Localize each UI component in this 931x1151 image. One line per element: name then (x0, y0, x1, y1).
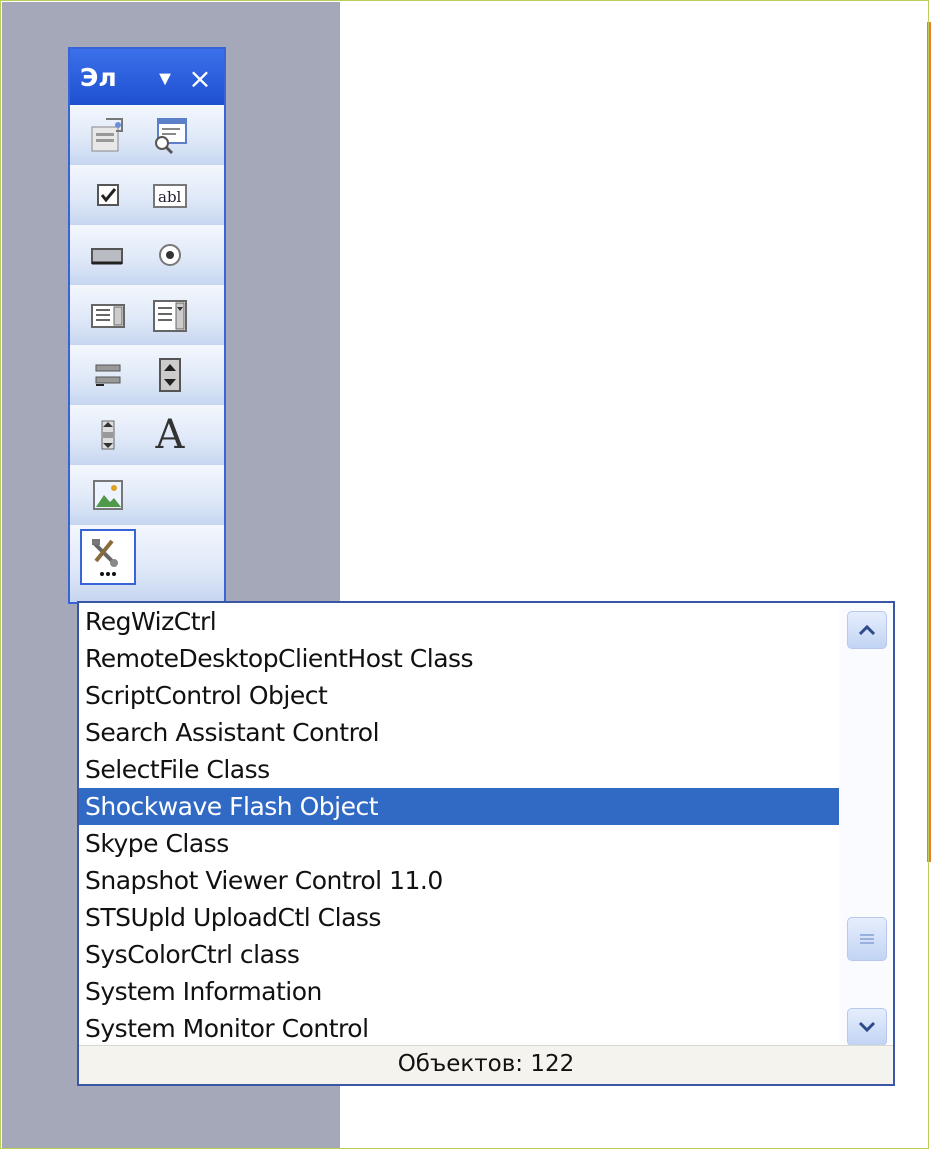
command-button-icon (91, 248, 123, 265)
scrollbar-icon (101, 420, 115, 450)
svg-text:abl: abl (158, 188, 182, 206)
list-item[interactable]: Snapshot Viewer Control 11.0 (79, 862, 839, 899)
toolbox-row: A (70, 405, 224, 465)
list-item[interactable]: RegWizCtrl (79, 603, 839, 640)
view-code-icon (155, 118, 187, 155)
textbox-button[interactable]: abl (142, 167, 198, 223)
list-scrollbar[interactable] (842, 603, 893, 1046)
toolbox-row (70, 525, 224, 602)
toolbox-row (70, 465, 224, 525)
list-item[interactable]: System Information (79, 973, 839, 1010)
checkbox-icon (97, 184, 119, 206)
toggle-button[interactable] (80, 347, 136, 403)
label-icon: A (155, 412, 185, 458)
properties-icon (91, 118, 123, 152)
view-code-button[interactable] (142, 107, 198, 163)
list-item[interactable]: STSUpld UploadCtl Class (79, 899, 839, 936)
properties-button[interactable] (80, 107, 136, 163)
object-list[interactable]: RegWizCtrl RemoteDesktopClientHost Class… (79, 603, 839, 1043)
option-button-icon (159, 244, 181, 266)
more-controls-popup: RegWizCtrl RemoteDesktopClientHost Class… (77, 601, 895, 1086)
toggle-button-icon (95, 364, 121, 386)
option-button[interactable] (142, 227, 198, 283)
chevron-down-icon[interactable]: ▼ (150, 64, 180, 94)
list-item[interactable]: RemoteDesktopClientHost Class (79, 640, 839, 677)
list-item[interactable]: ScriptControl Object (79, 677, 839, 714)
accent-line (927, 22, 931, 862)
more-controls-button[interactable] (80, 529, 136, 585)
control-toolbox: Эл ▼ × abl A (68, 47, 226, 604)
toolbox-row (70, 225, 224, 285)
image-button[interactable] (80, 467, 136, 523)
close-icon[interactable]: × (185, 64, 215, 94)
toolbox-row (70, 285, 224, 345)
toolbox-title: Эл (80, 63, 117, 92)
checkbox-button[interactable] (80, 167, 136, 223)
toolbox-row (70, 105, 224, 165)
combobox-button[interactable] (142, 287, 198, 343)
grip-icon (860, 934, 874, 944)
scroll-up-button[interactable] (847, 611, 887, 649)
list-item[interactable]: Skype Class (79, 825, 839, 862)
spin-button-icon (159, 358, 181, 392)
label-button[interactable]: A (142, 407, 198, 463)
chevron-up-icon (858, 624, 876, 636)
chevron-down-icon (858, 1021, 876, 1033)
object-count: Объектов: 122 (397, 1051, 575, 1077)
combobox-icon (153, 300, 187, 332)
list-item[interactable]: System Monitor Control (79, 1010, 839, 1047)
scrollbar-button[interactable] (80, 407, 136, 463)
command-button[interactable] (80, 227, 136, 283)
scroll-down-button[interactable] (847, 1008, 887, 1046)
more-controls-icon (92, 539, 118, 576)
listbox-button[interactable] (80, 287, 136, 343)
list-item[interactable]: Search Assistant Control (79, 714, 839, 751)
scroll-thumb[interactable] (847, 917, 887, 961)
toolbox-title-bar[interactable]: Эл ▼ × (70, 49, 224, 105)
textbox-icon: abl (153, 184, 187, 208)
toolbox-row (70, 345, 224, 405)
divider (79, 1045, 893, 1046)
listbox-icon (91, 304, 125, 328)
toolbox-row: abl (70, 165, 224, 225)
status-bar: Объектов: 122 (79, 1045, 893, 1084)
list-item[interactable]: SelectFile Class (79, 751, 839, 788)
image-icon (93, 480, 123, 510)
spin-button[interactable] (142, 347, 198, 403)
list-item-selected[interactable]: Shockwave Flash Object (79, 788, 839, 825)
list-item[interactable]: SysColorCtrl class (79, 936, 839, 973)
